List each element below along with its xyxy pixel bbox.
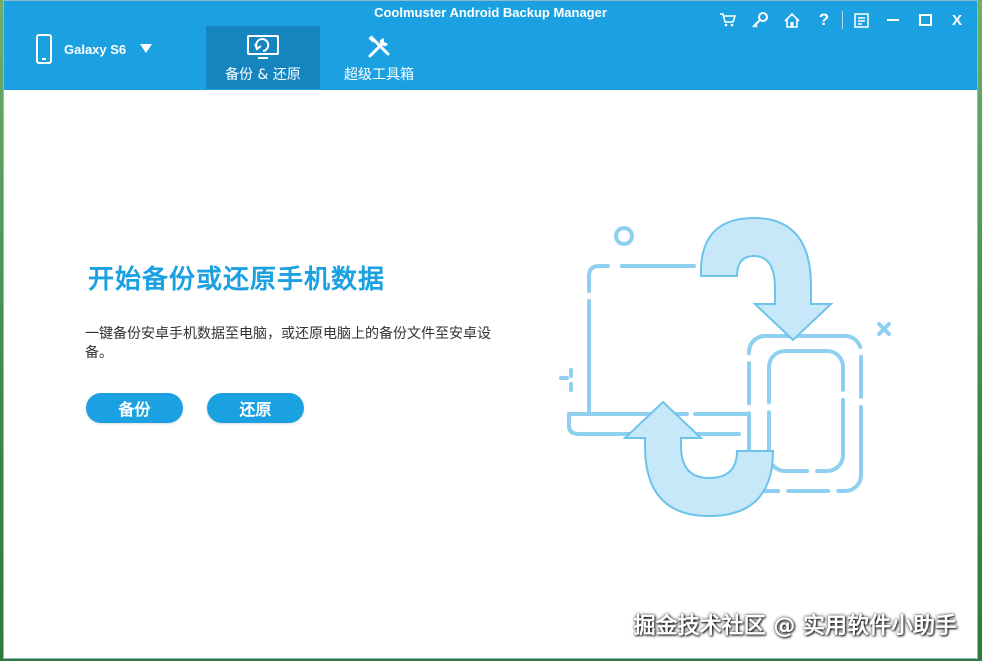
tab-backup-restore-label: 备份 & 还原 (225, 67, 301, 83)
watermark: 掘金技术社区 @ 实用软件小助手 (633, 614, 957, 639)
title-bar: Coolmuster Android Backup Manager Galaxy… (4, 1, 977, 90)
laptop-outline (587, 264, 696, 413)
app-window: Coolmuster Android Backup Manager Galaxy… (3, 0, 978, 659)
help-label: ? (818, 10, 830, 29)
toolbar-divider (842, 11, 843, 29)
maximize-icon[interactable] (909, 9, 941, 31)
minimize-icon[interactable] (877, 9, 909, 31)
close-label: X (951, 11, 962, 29)
arrow-down-icon (699, 216, 834, 342)
backup-restore-illustration (559, 216, 891, 518)
page-description: 一键备份安卓手机数据至电脑，或还原电脑上的备份文件至安卓设备。 (85, 326, 491, 361)
cart-icon[interactable] (712, 9, 744, 31)
feedback-icon[interactable] (845, 9, 877, 31)
close-icon[interactable]: X (941, 9, 973, 31)
tab-toolkit[interactable]: 超级工具箱 (322, 26, 436, 89)
restore-button[interactable]: 还原 (207, 393, 304, 423)
chevron-down-icon[interactable] (140, 44, 153, 54)
backup-restore-icon (247, 35, 279, 59)
tab-backup-restore[interactable]: 备份 & 还原 (206, 26, 320, 89)
phone-screen (767, 349, 845, 473)
sparkle-icon (559, 368, 573, 392)
device-name: Galaxy S6 (64, 41, 127, 57)
device-selector[interactable]: Galaxy S6 (36, 33, 153, 65)
home-icon[interactable] (776, 9, 808, 31)
tab-toolkit-label: 超级工具箱 (344, 67, 414, 83)
page-title: 开始备份或还原手机数据 (88, 265, 386, 295)
decor-circle (614, 226, 634, 246)
tools-icon (368, 35, 390, 58)
window-controls: ? X (712, 9, 973, 31)
sparkle-icon (877, 322, 891, 336)
backup-button[interactable]: 备份 (86, 393, 183, 423)
help-icon[interactable]: ? (808, 9, 840, 31)
key-icon[interactable] (744, 9, 776, 31)
phone-icon (36, 34, 52, 64)
